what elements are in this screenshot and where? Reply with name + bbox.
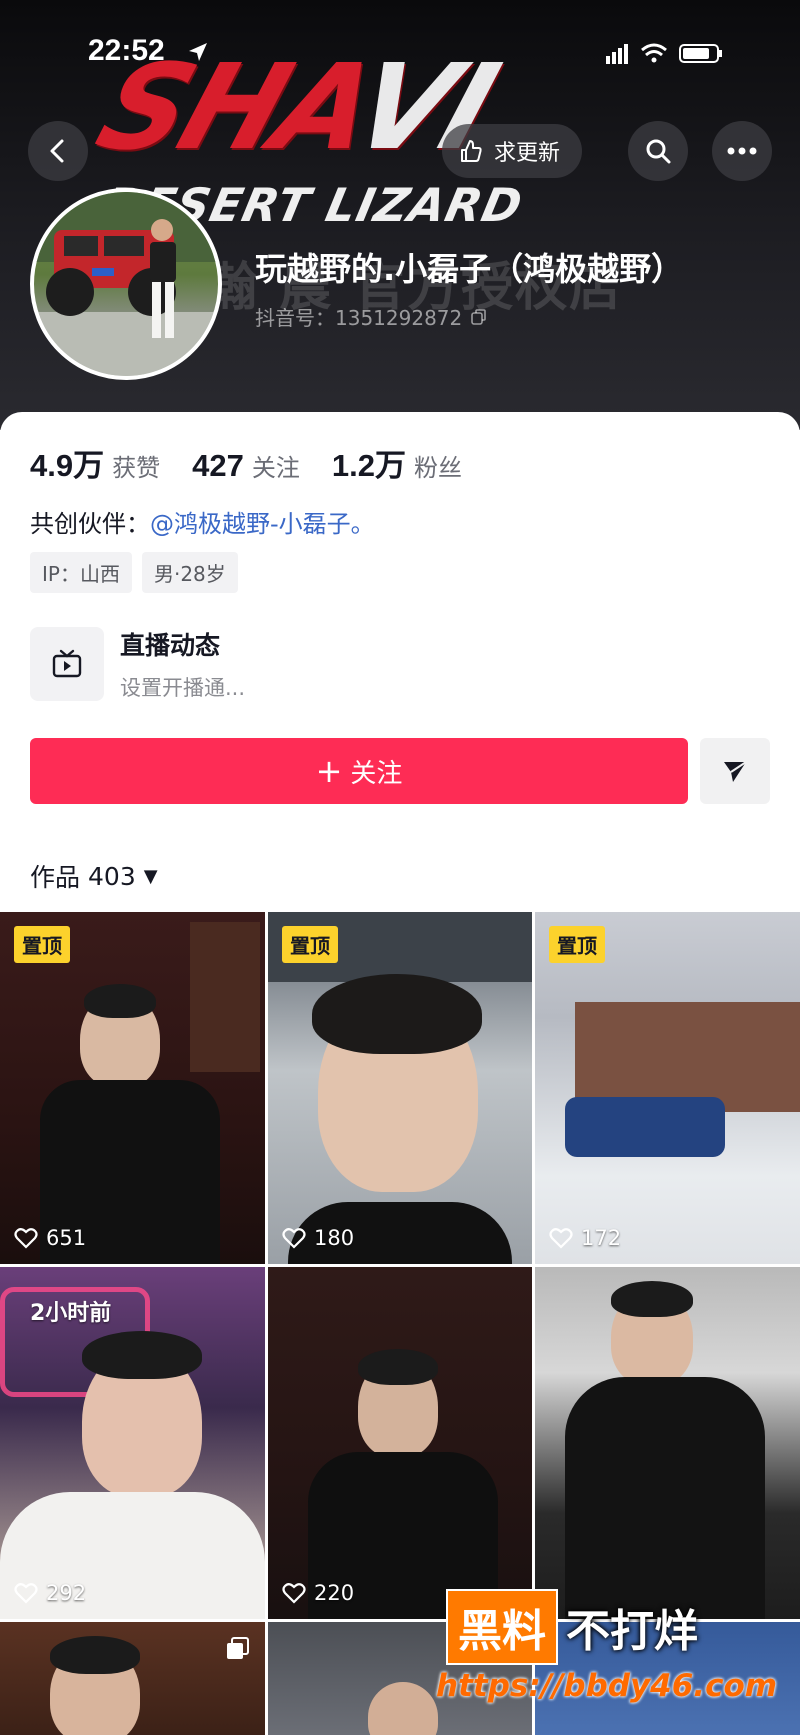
video-tile[interactable]: 置顶 172 xyxy=(535,912,800,1264)
video-tile[interactable]: 置顶 651 xyxy=(0,912,265,1264)
watermark-url: https://bbdy46.com xyxy=(436,1668,778,1704)
ip-tag: IP：山西 xyxy=(30,552,132,593)
request-update-label: 求更新 xyxy=(494,141,561,166)
heart-icon xyxy=(14,1228,38,1249)
location-arrow-icon xyxy=(189,43,207,61)
heart-icon xyxy=(14,1583,38,1604)
back-button[interactable] xyxy=(28,121,88,181)
person-hair xyxy=(50,1636,140,1674)
video-tile[interactable]: 220 xyxy=(268,1267,532,1619)
person-hair xyxy=(312,974,482,1054)
live-icon-box xyxy=(30,627,104,701)
stat-label: 粉丝 xyxy=(413,454,462,482)
likes-number: 220 xyxy=(314,1581,355,1605)
follow-label: 关注 xyxy=(350,758,403,789)
stat-following[interactable]: 427 关注 xyxy=(192,448,300,484)
caret-down-icon: ▼ xyxy=(143,865,158,887)
person-hair xyxy=(611,1281,693,1317)
send-icon xyxy=(724,761,747,782)
building xyxy=(575,1002,800,1112)
person-hair xyxy=(358,1349,438,1385)
works-count: 403 xyxy=(88,861,136,891)
truck xyxy=(565,1097,725,1157)
multi-image-icon xyxy=(227,1637,249,1659)
tv-icon xyxy=(52,649,82,678)
watermark-part-2: 不打烊 xyxy=(566,1606,698,1657)
pinned-badge: 置顶 xyxy=(14,926,70,963)
person-hair xyxy=(84,984,156,1018)
heart-icon xyxy=(549,1228,573,1249)
likes-count: 180 xyxy=(282,1226,354,1250)
video-tile[interactable]: 2小时前 292 xyxy=(0,1267,265,1619)
likes-number: 292 xyxy=(46,1581,87,1605)
stat-label: 关注 xyxy=(251,454,300,482)
likes-count: 220 xyxy=(282,1581,354,1605)
stat-followers[interactable]: 1.2万 粉丝 xyxy=(332,440,462,485)
co-creator-label: 共创伙伴： xyxy=(30,510,150,538)
douyin-id-text: 抖音号：1351292872 xyxy=(255,306,463,330)
bottle-shelf xyxy=(190,922,260,1072)
profile-stats: 4.9万 获赞 427 关注 1.2万 粉丝 xyxy=(30,440,494,485)
likes-number: 180 xyxy=(314,1226,355,1250)
heart-icon xyxy=(282,1228,306,1249)
likes-number: 651 xyxy=(46,1226,87,1250)
pinned-badge: 置顶 xyxy=(549,926,605,963)
copy-icon[interactable] xyxy=(470,308,488,326)
chevron-left-icon xyxy=(50,139,64,163)
pinned-badge: 置顶 xyxy=(282,926,338,963)
time-ago-badge: 2小时前 xyxy=(30,1301,112,1326)
battery-icon xyxy=(679,44,722,63)
more-button[interactable] xyxy=(712,121,772,181)
stat-number: 427 xyxy=(192,448,244,483)
douyin-id[interactable]: 抖音号：1351292872 xyxy=(255,302,488,331)
profile-card: 4.9万 获赞 427 关注 1.2万 粉丝 共创伙伴：@鸿极越野-小磊子。 I… xyxy=(0,412,800,1735)
co-creator-link[interactable]: @鸿极越野-小磊子。 xyxy=(150,510,375,538)
stat-number: 4.9万 xyxy=(30,448,105,483)
video-tile[interactable] xyxy=(0,1622,265,1735)
stat-label: 获赞 xyxy=(112,454,161,482)
likes-count: 651 xyxy=(14,1226,86,1250)
status-icons xyxy=(606,43,722,64)
live-subtitle: 设置开播通... xyxy=(120,676,246,700)
profile-banner: SHAVI DESERT LIZARD 瀚 晨 官方授权店 22:52 求更新 xyxy=(0,0,800,430)
person-hair xyxy=(82,1331,202,1379)
likes-number: 172 xyxy=(581,1226,622,1250)
works-label: 作品 xyxy=(30,863,81,892)
follow-button[interactable]: + 关注 xyxy=(30,738,688,804)
search-icon xyxy=(646,139,671,164)
plus-icon: + xyxy=(315,752,343,790)
live-title: 直播动态 xyxy=(120,631,221,660)
wifi-icon xyxy=(641,43,667,63)
stat-likes[interactable]: 4.9万 获赞 xyxy=(30,440,160,485)
stat-number: 1.2万 xyxy=(331,448,406,483)
profile-name: 玩越野的.小磊子（鸿极越野） xyxy=(255,250,684,288)
avatar[interactable] xyxy=(30,188,222,380)
avatar-photo xyxy=(34,192,218,376)
request-update-button[interactable]: 求更新 xyxy=(442,124,583,178)
status-time: 22:52 xyxy=(88,34,165,67)
person-head xyxy=(368,1682,438,1735)
gender-age-tag: 男·28岁 xyxy=(141,552,238,593)
profile-tags: IP：山西 男·28岁 xyxy=(30,552,238,593)
video-tile[interactable]: 置顶 180 xyxy=(268,912,532,1264)
works-tab[interactable]: 作品 403 ▼ xyxy=(30,858,158,894)
live-updates-row[interactable]: 直播动态 设置开播通... xyxy=(30,626,245,702)
likes-count: 292 xyxy=(14,1581,86,1605)
co-creator-line: 共创伙伴：@鸿极越野-小磊子。 xyxy=(30,504,375,539)
more-dots-icon xyxy=(727,147,757,155)
likes-count: 172 xyxy=(549,1226,621,1250)
thumbs-up-icon xyxy=(461,140,482,162)
video-tile[interactable] xyxy=(535,1267,800,1619)
watermark-part-1: 黑料 xyxy=(446,1589,558,1665)
heart-icon xyxy=(282,1583,306,1604)
overlay-watermark: 黑料 不打烊 xyxy=(446,1582,786,1672)
signal-icon xyxy=(606,44,628,64)
search-button[interactable] xyxy=(628,121,688,181)
share-button[interactable] xyxy=(700,738,770,804)
